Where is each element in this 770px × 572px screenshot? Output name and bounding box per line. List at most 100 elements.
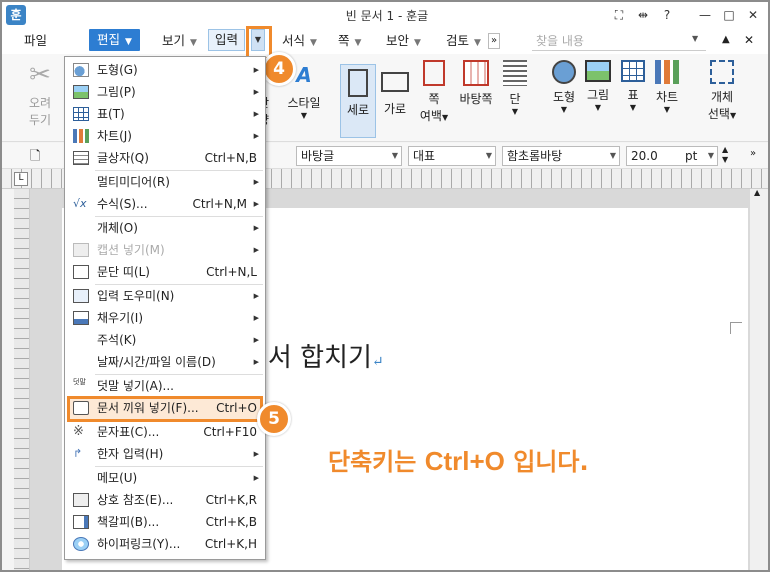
column-button[interactable]: 단 ▼ <box>500 60 530 116</box>
menu-item-9: 캡션 넣기(M) ▶ <box>65 239 265 261</box>
search-dropdown-icon[interactable]: ▼ <box>692 34 698 43</box>
menu-item-22[interactable]: 하이퍼링크(Y)... Ctrl+K,H <box>65 533 265 555</box>
font-size-spinner[interactable]: ▲ ▼ <box>722 145 728 165</box>
document-text-main: 서 합치기 <box>267 343 372 373</box>
landscape-page-icon <box>381 72 409 92</box>
picture-label: 그림 <box>586 88 610 102</box>
picture-button[interactable]: 그림 ▼ <box>582 60 614 112</box>
menu-item-label: 상호 참조(E)... <box>97 493 174 507</box>
object-select-button[interactable]: 개체 선택▼ <box>702 60 742 122</box>
input-helper-icon <box>73 289 89 303</box>
page-background-label: 바탕쪽 <box>459 92 493 106</box>
close-icon[interactable]: ✕ <box>742 6 764 24</box>
menu-item-16[interactable]: 문서 끼워 넣기(F)... Ctrl+O <box>65 397 265 419</box>
language-combo[interactable]: 대표 ▼ <box>408 146 496 166</box>
menu-input[interactable]: 입력 <box>208 29 246 51</box>
chart-label: 차트 <box>655 90 679 104</box>
menu-item-2[interactable]: 그림(P) ▶ <box>65 81 265 103</box>
more-menus-button[interactable]: » <box>488 33 501 49</box>
submenu-arrow-icon: ▶ <box>253 110 259 118</box>
chevron-down-icon: ▼ <box>391 151 398 160</box>
formula-icon: √x <box>73 197 87 210</box>
menu-item-11[interactable]: 입력 도우미(N) ▶ <box>65 285 265 307</box>
menu-item-17[interactable]: ※ 문자표(C)... Ctrl+F10 <box>65 421 265 443</box>
menu-review[interactable]: 검토 ▼ <box>442 31 485 51</box>
search-input[interactable]: 찾을 내용 <box>532 31 706 51</box>
menu-item-shortcut: Ctrl+N,B <box>204 151 257 165</box>
menu-view[interactable]: 보기 ▼ <box>158 31 201 51</box>
menu-item-1[interactable]: 도형(G) ▶ <box>65 59 265 81</box>
menu-format[interactable]: 서식 ▼ <box>278 31 321 51</box>
chevron-down-icon: ▼ <box>729 111 737 120</box>
vertical-scrollbar[interactable] <box>750 189 768 570</box>
tab-stop-icon[interactable]: L <box>14 172 28 186</box>
font-size-unit: pt <box>685 149 698 163</box>
style-combo[interactable]: 바탕글 ▼ <box>296 146 402 166</box>
maximize-icon[interactable]: □ <box>718 6 740 24</box>
landscape-button[interactable]: 가로 <box>378 68 412 117</box>
scroll-up-icon[interactable]: ▲ <box>754 188 760 197</box>
menu-edit[interactable]: 편집 ▼ <box>89 29 140 51</box>
page-margin-label-2: 여백 <box>419 109 442 123</box>
chart-button[interactable]: 차트 ▼ <box>650 60 684 114</box>
chevron-down-icon: ▼ <box>560 105 568 114</box>
style-combo-value: 바탕글 <box>301 149 335 163</box>
menu-item-3[interactable]: 표(T) ▶ <box>65 103 265 125</box>
page-margin-button[interactable]: 쪽 여백▼ <box>414 60 454 124</box>
fill-icon <box>73 311 89 325</box>
submenu-arrow-icon: ▶ <box>253 178 259 186</box>
fullscreen-icon[interactable]: ⛶ <box>608 6 630 24</box>
menu-item-label: 문단 띠(L) <box>97 265 150 279</box>
font-combo[interactable]: 함초롬바탕 ▼ <box>502 146 620 166</box>
new-document-icon[interactable]: 🗋 <box>30 147 40 169</box>
menu-item-5[interactable]: 글상자(Q) Ctrl+N,B <box>65 147 265 169</box>
menu-page[interactable]: 쪽 ▼ <box>334 31 365 51</box>
menu-item-label: 표(T) <box>97 107 125 121</box>
table-button[interactable]: 표 ▼ <box>618 60 648 112</box>
menu-item-13[interactable]: 주석(K) ▶ <box>65 329 265 351</box>
menu-item-8[interactable]: 개체(O) ▶ <box>65 217 265 239</box>
menu-security[interactable]: 보안 ▼ <box>382 31 425 51</box>
shape-button[interactable]: 도형 ▼ <box>548 60 580 114</box>
page-background-icon <box>463 60 489 86</box>
font-size-value: 20.0 <box>631 149 658 163</box>
menu-item-label: 메모(U) <box>97 471 138 485</box>
minimize-icon[interactable]: — <box>694 6 716 24</box>
step-5-badge: 5 <box>257 402 291 436</box>
menu-item-7[interactable]: √x 수식(S)... Ctrl+N,M ▶ <box>65 193 265 215</box>
menu-item-6[interactable]: 멀티미디어(R) ▶ <box>65 171 265 193</box>
cross-reference-icon <box>73 493 89 507</box>
menu-item-15[interactable]: 덧말 덧말 넣기(A)... <box>65 375 265 397</box>
menu-file[interactable]: 파일 <box>20 31 51 51</box>
ribbon-collapse-icon[interactable]: ▲ <box>722 34 730 45</box>
submenu-arrow-icon: ▶ <box>253 314 259 322</box>
menu-item-14[interactable]: 날짜/시간/파일 이름(D) ▶ <box>65 351 265 373</box>
portrait-button[interactable]: 세로 <box>340 64 376 138</box>
menu-item-21[interactable]: 책갈피(B)... Ctrl+K,B <box>65 511 265 533</box>
menu-item-4[interactable]: 차트(J) ▶ <box>65 125 265 147</box>
split-view-icon[interactable]: ⇹ <box>632 6 654 24</box>
font-size-combo[interactable]: 20.0 pt ▼ <box>626 146 718 166</box>
close-doc-icon[interactable]: ✕ <box>744 33 754 47</box>
more-format-icon[interactable]: » <box>750 148 756 159</box>
menu-item-10[interactable]: 문단 띠(L) Ctrl+N,L <box>65 261 265 283</box>
input-dropdown-menu: 도형(G) ▶ 그림(P) ▶ 표(T) ▶ 차트(J) ▶ 글상자(Q) Ctrl+N,B 멀티미… <box>64 56 266 560</box>
menu-item-12[interactable]: 채우기(I) ▶ <box>65 307 265 329</box>
chart-icon <box>73 129 89 143</box>
annotation-suffix: 입니다. <box>504 448 589 476</box>
cut-button[interactable]: ✂ 오려 두기 <box>20 60 60 128</box>
menu-item-19[interactable]: 메모(U) ▶ <box>65 467 265 489</box>
page-background-button[interactable]: 바탕쪽 <box>454 60 498 107</box>
chevron-down-icon: ▼ <box>441 113 449 122</box>
app-logo: 훈 <box>6 5 26 25</box>
menu-item-shortcut: Ctrl+K,R <box>205 493 257 507</box>
overlay-text-icon: 덧말 <box>73 378 86 386</box>
help-icon[interactable]: ? <box>656 6 678 24</box>
object-select-icon <box>710 60 734 84</box>
menu-item-18[interactable]: ↱ 한자 입력(H) ▶ <box>65 443 265 465</box>
menu-item-20[interactable]: 상호 참조(E)... Ctrl+K,R <box>65 489 265 511</box>
column-icon <box>503 60 527 86</box>
menu-item-label: 캡션 넣기(M) <box>97 243 165 257</box>
vertical-ruler <box>14 189 30 570</box>
annotation-key: Ctrl+O <box>424 446 505 476</box>
